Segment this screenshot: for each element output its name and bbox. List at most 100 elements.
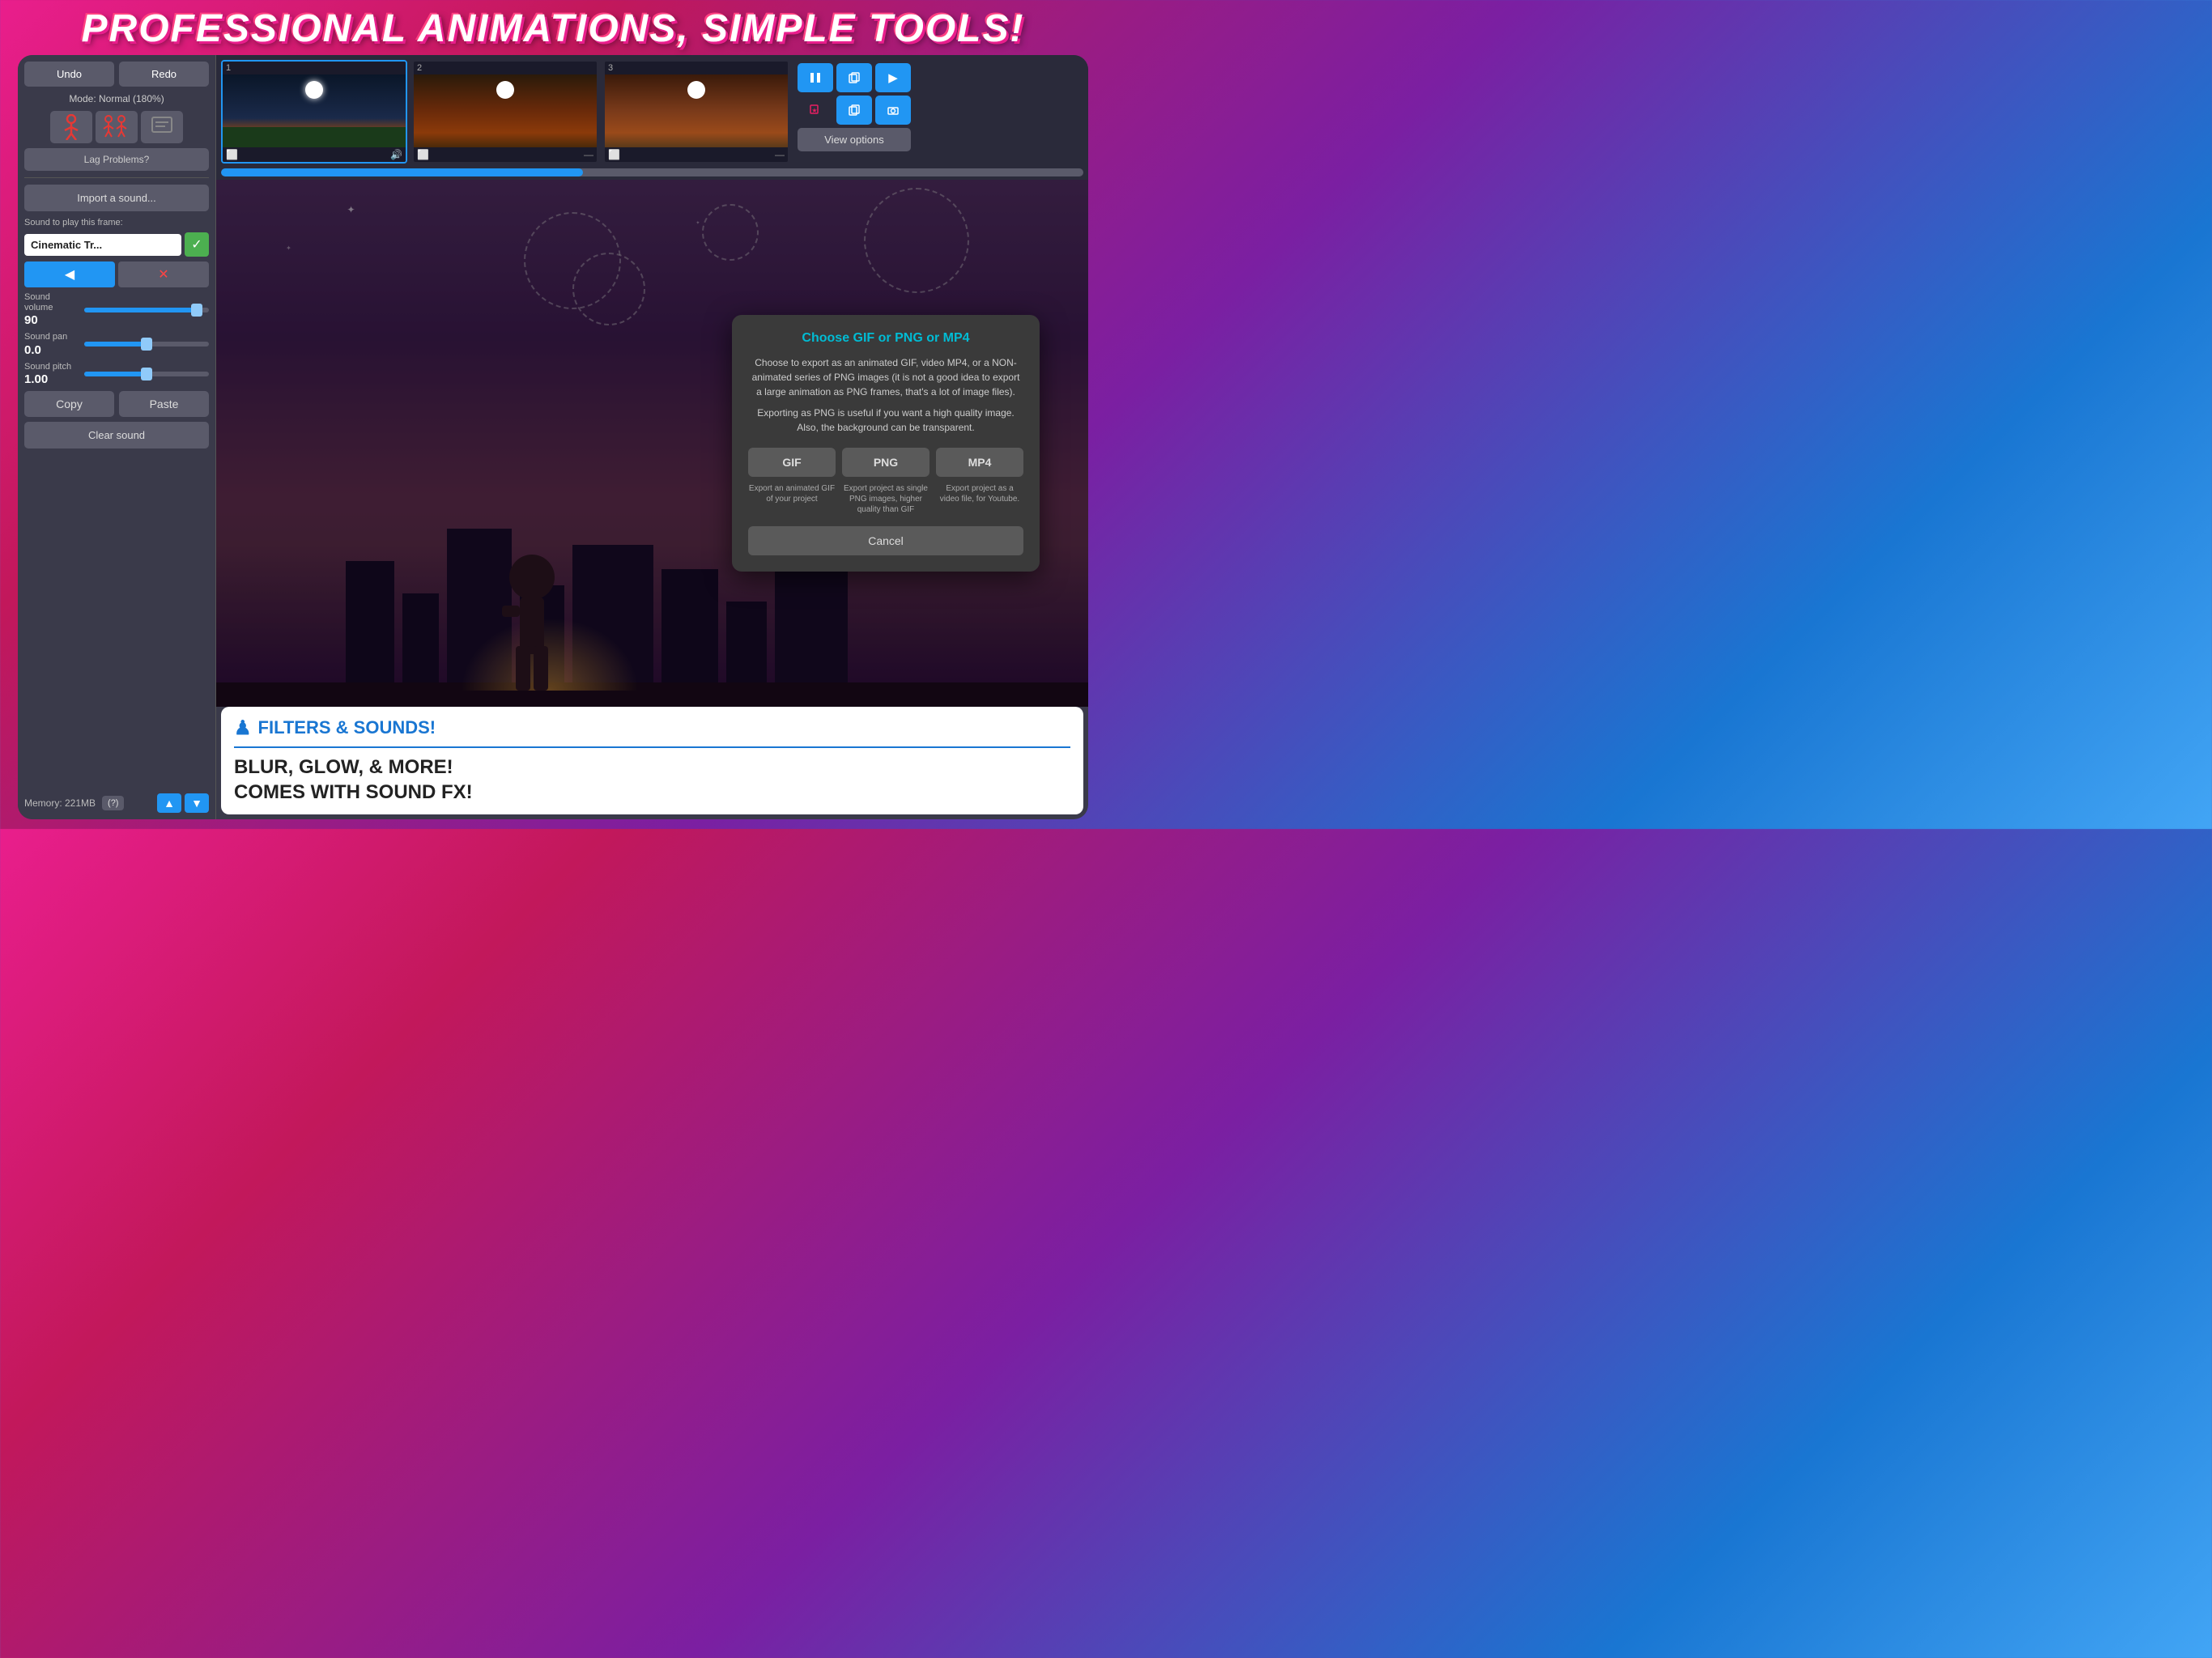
lag-problems-button[interactable]: Lag Problems? — [24, 148, 209, 171]
text-tool[interactable] — [141, 111, 183, 143]
copy-paste-row: Copy Paste — [24, 391, 209, 417]
tool-row — [24, 111, 209, 143]
progress-fill — [221, 168, 583, 176]
pan-slider-track[interactable] — [84, 342, 209, 346]
mp4-desc: Export project as a video file, for Yout… — [936, 483, 1023, 515]
sound-pan-row: Sound pan 0.0 — [24, 332, 209, 356]
pan-label: Sound pan — [24, 332, 79, 342]
frame-2-moon — [496, 81, 514, 99]
frame-1-grass — [223, 127, 406, 147]
import-sound-button[interactable]: Import a sound... — [24, 185, 209, 211]
frame-1-thumb — [223, 74, 406, 147]
mem-down-button[interactable]: ▼ — [185, 793, 209, 813]
mode-label: Mode: Normal (180%) — [24, 91, 209, 106]
multi-figure-tool[interactable] — [96, 111, 138, 143]
frame-2-thumb — [414, 74, 597, 147]
layers-button[interactable] — [836, 96, 872, 125]
promo-title: ♟ FILTERS & SOUNDS! — [234, 716, 1070, 740]
view-options-button[interactable]: View options — [798, 128, 911, 151]
play-button[interactable] — [798, 63, 833, 92]
progress-bar-section — [216, 168, 1088, 180]
promo-divider — [234, 746, 1070, 748]
camera-button[interactable] — [875, 96, 911, 125]
pitch-slider-track[interactable] — [84, 372, 209, 376]
sound-frame-label: Sound to play this frame: — [24, 218, 209, 227]
sound-pitch-row: Sound pitch 1.00 — [24, 362, 209, 386]
undo-button[interactable]: Undo — [24, 62, 114, 87]
promo-title-text: FILTERS & SOUNDS! — [258, 717, 436, 738]
paste-button[interactable]: Paste — [119, 391, 209, 417]
frame-3-thumb — [605, 74, 788, 147]
stick-figure-tool[interactable] — [50, 111, 92, 143]
svg-text:★: ★ — [811, 107, 817, 114]
frame-3-icon-2: — — [775, 149, 785, 160]
frame-2-bg — [414, 74, 597, 147]
undo-redo-row: Undo Redo — [24, 62, 209, 87]
export-button[interactable]: ★ — [798, 96, 833, 125]
arrow-row: ◀ ✕ — [24, 261, 209, 287]
divider-1 — [24, 177, 209, 178]
frame-2[interactable]: 2 ⬜ — — [412, 60, 598, 164]
frame-2-number: 2 — [414, 62, 597, 74]
frame-1[interactable]: 1 ⬜ 🔊 — [221, 60, 407, 164]
frame-3-icon-1: ⬜ — [608, 149, 620, 160]
frame-2-icon-1: ⬜ — [417, 149, 429, 160]
png-button[interactable]: PNG — [842, 448, 929, 477]
pitch-value: 1.00 — [24, 372, 79, 386]
pitch-label-group: Sound pitch 1.00 — [24, 362, 79, 386]
frame-3-icons: ⬜ — — [605, 147, 788, 162]
memory-arrows: ▲ ▼ — [157, 793, 209, 813]
frame-3-bg — [605, 74, 788, 147]
frame-1-moon — [305, 81, 323, 99]
copy-frame-button[interactable] — [836, 63, 872, 92]
promo-icon: ♟ — [234, 716, 252, 740]
title-banner: PROFESSIONAL ANIMATIONS, SIMPLE TOOLS! — [0, 6, 1106, 51]
pan-label-group: Sound pan 0.0 — [24, 332, 79, 356]
memory-row: Memory: 221MB (?) ▲ ▼ — [24, 789, 209, 813]
app-container: Undo Redo Mode: Normal (180%) — [18, 55, 1088, 819]
content-right: ▶ ★ View options — [794, 60, 914, 155]
png-desc: Export project as single PNG images, hig… — [842, 483, 929, 515]
frame-2-icon-2: — — [584, 149, 593, 160]
frame-3-moon — [687, 81, 705, 99]
frames-strip: 1 ⬜ 🔊 2 — [216, 55, 1088, 168]
sound-volume-row: Soundvolume 90 — [24, 292, 209, 327]
frame-3[interactable]: 3 ⬜ — — [603, 60, 789, 164]
main-area: Undo Redo Mode: Normal (180%) — [18, 55, 1088, 819]
pan-value: 0.0 — [24, 343, 79, 357]
gif-button[interactable]: GIF — [748, 448, 836, 477]
promo-text: BLUR, GLOW, & MORE! COMES WITH SOUND FX! — [234, 755, 1070, 805]
play-all-button[interactable]: ▶ — [875, 63, 911, 92]
modal-description: Choose to export as an animated GIF, vid… — [748, 355, 1023, 399]
export-modal: Choose GIF or PNG or MP4 Choose to expor… — [732, 315, 1040, 572]
frame-1-icon-2: 🔊 — [390, 149, 402, 160]
sound-select[interactable]: Cinematic Tr... — [24, 234, 181, 256]
frame-2-icons: ⬜ — — [414, 147, 597, 162]
frame-1-bg — [223, 74, 406, 147]
modal-description2: Exporting as PNG is useful if you want a… — [748, 406, 1023, 435]
progress-bar — [221, 168, 1083, 176]
sound-confirm-icon[interactable]: ✓ — [185, 232, 209, 257]
frame-btns-top: ▶ — [798, 63, 911, 92]
redo-button[interactable]: Redo — [119, 62, 209, 87]
memory-help-button[interactable]: (?) — [102, 796, 124, 810]
volume-slider-track[interactable] — [84, 308, 209, 312]
content-area: 1 ⬜ 🔊 2 — [216, 55, 1088, 819]
mp4-button[interactable]: MP4 — [936, 448, 1023, 477]
volume-value: 90 — [24, 313, 79, 327]
export-desc-row: Export an animated GIF of your project E… — [748, 483, 1023, 515]
prev-sound-button[interactable]: ◀ — [24, 261, 115, 287]
clear-sound-button[interactable]: Clear sound — [24, 422, 209, 449]
cancel-button[interactable]: Cancel — [748, 526, 1023, 555]
sound-select-row: Cinematic Tr... ✓ — [24, 232, 209, 257]
copy-button[interactable]: Copy — [24, 391, 114, 417]
mem-up-button[interactable]: ▲ — [157, 793, 181, 813]
frame-1-number: 1 — [223, 62, 406, 74]
frame-btns-bottom: ★ — [798, 96, 911, 125]
promo-line2: COMES WITH SOUND FX! — [234, 781, 473, 803]
canvas-area[interactable]: ✦ ✦ ✦ Choose GIF or PNG or MP4 Choose to… — [216, 180, 1088, 707]
memory-label: Memory: 221MB — [24, 797, 96, 809]
delete-sound-button[interactable]: ✕ — [118, 261, 209, 287]
frame-1-icons: ⬜ 🔊 — [223, 147, 406, 162]
frame-3-number: 3 — [605, 62, 788, 74]
